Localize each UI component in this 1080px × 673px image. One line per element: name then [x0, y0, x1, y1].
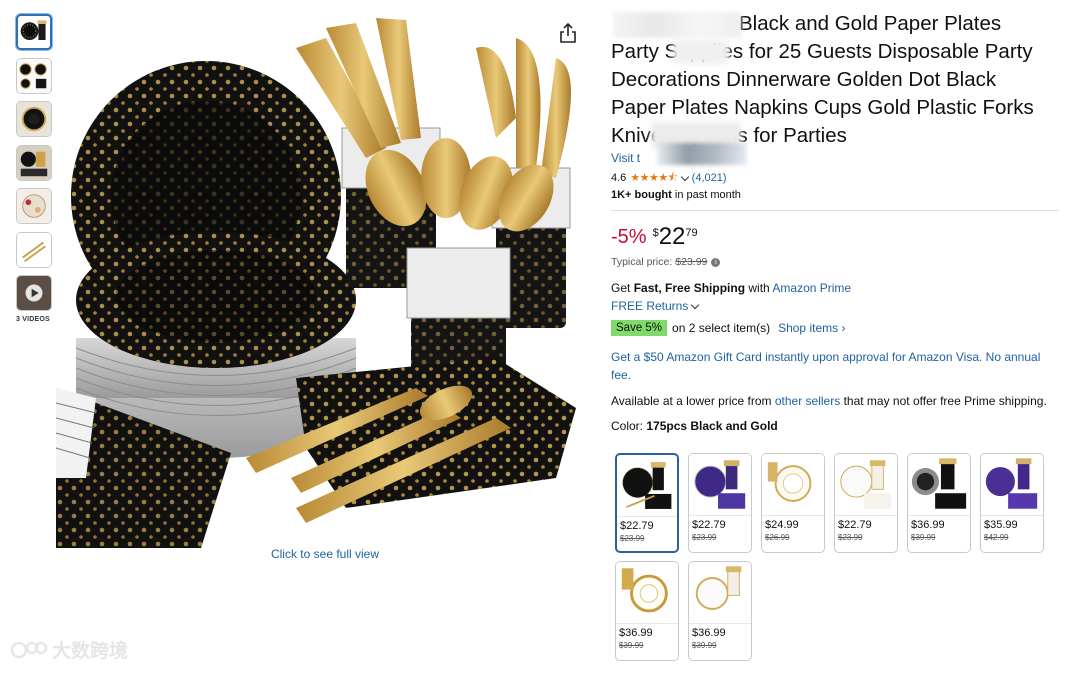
color-swatch[interactable]: $35.99 $42.99	[980, 453, 1044, 553]
divider	[611, 210, 1059, 211]
swatch-old-price: $23.99	[620, 534, 645, 543]
bought-in-past-month: 1K+ bought in past month	[611, 189, 1063, 205]
rating-value: 4.6	[611, 172, 627, 184]
rating-row: 4.6 ★★★★⯪ (4,021)	[611, 169, 1063, 187]
color-selection-label: Color: 175pcs Black and Gold	[611, 419, 1063, 433]
swatch-image-purple	[689, 454, 751, 516]
rating-count-link[interactable]: (4,021)	[692, 172, 727, 184]
thumbnail-3[interactable]	[16, 101, 52, 137]
free-returns-label: FREE Returns	[611, 299, 689, 313]
chevron-down-icon[interactable]	[680, 172, 689, 181]
swatch-image-purple	[981, 454, 1043, 516]
color-swatch[interactable]: $36.99 $39.99	[907, 453, 971, 553]
color-swatch[interactable]: $36.99 $39.99	[615, 561, 679, 661]
save-badge: Save 5%	[611, 320, 668, 336]
thumbnail-1[interactable]	[16, 14, 52, 50]
watermark-logo-icon	[10, 641, 48, 658]
chevron-down-icon	[691, 300, 700, 309]
redacted-store-blur	[657, 143, 747, 165]
color-swatch[interactable]: $24.99 $26.99	[761, 453, 825, 553]
color-swatch[interactable]: $22.79 $23.99	[688, 453, 752, 553]
availability-prefix: Available at a lower price from	[611, 394, 775, 408]
swatch-image-white-gold	[689, 562, 751, 624]
swatch-old-price: $39.99	[619, 641, 644, 650]
thumbnail-4[interactable]	[16, 144, 52, 181]
color-swatch[interactable]: $22.79 $23.99	[615, 453, 679, 553]
swatch-price: $24.99	[765, 519, 799, 531]
star-rating-icon[interactable]: ★★★★⯪	[630, 169, 678, 188]
color-label: Color:	[611, 418, 647, 433]
discount-percent: -5%	[611, 226, 647, 248]
save-text: on 2 select item(s)	[672, 321, 771, 335]
title-line-4: Paper Plates Napkins Cups Gold Plastic F…	[611, 96, 1034, 119]
price-whole: 22	[658, 223, 686, 250]
title-line-3: Decorations Dinnerware Golden Dot Black	[611, 68, 997, 91]
coupon-row: Save 5% on 2 select item(s) Shop items ›	[611, 320, 1063, 336]
availability-note: Available at a lower price from other se…	[611, 393, 1063, 411]
shipping-prefix: Get	[611, 281, 634, 295]
swatch-old-price: $39.99	[692, 641, 717, 650]
amazon-prime-link[interactable]: Amazon Prime	[772, 281, 851, 295]
thumbnail-strip: 3 VIDEOS	[16, 14, 54, 323]
thumbnail-2[interactable]	[16, 57, 52, 94]
shipping-middle: with	[745, 281, 773, 295]
bought-suffix: in past month	[671, 189, 741, 201]
swatch-old-price: $39.99	[911, 533, 936, 542]
product-title: Black and Gold Paper Plates Party Suppli…	[611, 10, 1063, 150]
click-to-see-full-view-link[interactable]: Click to see full view	[200, 547, 450, 561]
shipping-bold: Fast, Free Shipping	[633, 281, 746, 295]
color-swatch[interactable]: $22.79 $23.99	[834, 453, 898, 553]
swatch-price: $22.79	[692, 519, 726, 531]
other-sellers-link[interactable]: other sellers	[775, 394, 840, 408]
watermark: 大数跨境	[10, 636, 128, 663]
visit-store-link[interactable]: Visit t	[611, 143, 1063, 169]
info-icon[interactable]: i	[711, 257, 721, 267]
swatch-image-white-gold	[835, 454, 897, 516]
swatch-price: $22.79	[620, 520, 654, 532]
swatch-image-black-gold	[617, 456, 677, 517]
color-swatch[interactable]: $36.99 $39.99	[688, 561, 752, 661]
typical-price: Typical price: $23.99 i	[611, 256, 1063, 268]
swatch-old-price: $23.99	[838, 533, 863, 542]
bought-count: 1K+ bought	[611, 189, 672, 201]
visit-store-label: Visit t	[611, 151, 641, 165]
thumbnail-6[interactable]	[16, 231, 52, 268]
selected-color: 175pcs Black and Gold	[646, 418, 778, 433]
thumbnail-5[interactable]	[16, 188, 52, 224]
swatch-price: $36.99	[619, 627, 653, 639]
swatch-price: $22.79	[838, 519, 872, 531]
swatch-image-white-gold	[762, 454, 824, 516]
product-details-panel: Black and Gold Paper Plates Party Suppli…	[611, 10, 1063, 433]
share-icon[interactable]	[558, 22, 578, 44]
shipping-info: Get Fast, Free Shipping with Amazon Prim…	[611, 281, 1063, 295]
swatch-image-black-gold	[908, 454, 970, 516]
price-row: -5% $ 22 79	[611, 224, 1063, 252]
availability-suffix: that may not offer free Prime shipping.	[840, 394, 1047, 408]
swatch-price: $36.99	[692, 627, 726, 639]
typical-price-label: Typical price:	[611, 256, 673, 268]
gift-card-offer-link[interactable]: Get a $50 Amazon Gift Card instantly upo…	[611, 349, 1063, 384]
watermark-text: 大数跨境	[52, 641, 129, 662]
swatch-image-white-gold	[616, 562, 678, 624]
typical-price-value: $23.99	[675, 256, 708, 268]
shop-items-link[interactable]: Shop items ›	[778, 321, 845, 335]
swatch-price: $35.99	[984, 519, 1018, 531]
redacted-blur	[673, 40, 729, 64]
price-fraction: 79	[685, 227, 698, 239]
video-thumbnail[interactable]	[16, 275, 52, 311]
swatch-old-price: $23.99	[692, 533, 717, 542]
swatch-old-price: $42.99	[984, 533, 1009, 542]
redacted-brand-blur	[613, 12, 741, 38]
free-returns-link[interactable]: FREE Returns	[611, 299, 1063, 313]
main-product-image[interactable]	[56, 8, 596, 548]
swatch-old-price: $26.99	[765, 533, 790, 542]
swatch-price: $36.99	[911, 519, 945, 531]
